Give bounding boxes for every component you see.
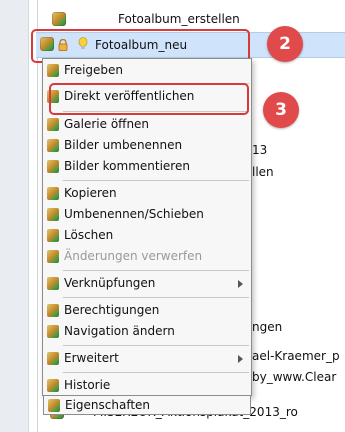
delete-icon (47, 229, 59, 242)
menu-separator (63, 180, 249, 181)
tree-item-fragment: ngen (252, 320, 283, 334)
tree-item-fragment: llen (252, 165, 274, 179)
highlight-box-step3 (49, 83, 249, 115)
rename-images-icon (47, 139, 59, 152)
history-icon (47, 379, 59, 392)
menu-item-label: Löschen (64, 228, 114, 242)
navigation-icon (47, 325, 59, 338)
tree-item-fragment: 13 (252, 143, 268, 157)
menu-item-label: Galerie öffnen (64, 117, 150, 131)
menu-item-label: Erweitert (64, 351, 119, 365)
menu-item-freigeben[interactable]: Freigeben (43, 61, 251, 81)
advanced-icon (47, 352, 59, 365)
menu-item-umbenennen-schieben[interactable]: Umbenennen/Schieben (43, 205, 251, 225)
menu-item-label: Bilder umbenennen (64, 138, 183, 152)
menu-item-label: Historie (64, 378, 111, 392)
freigeben-icon (47, 64, 59, 77)
chevron-right-icon (238, 355, 243, 363)
copy-icon (47, 187, 59, 200)
menu-item-bilder-umbenennen[interactable]: Bilder umbenennen (43, 136, 251, 156)
menu-item-kopieren[interactable]: Kopieren (43, 184, 251, 204)
tree-item-fotoalbum-erstellen[interactable]: Fotoalbum_erstellen (118, 12, 240, 26)
menu-item-erweitert[interactable]: Erweitert (43, 349, 251, 369)
step-badge-3: 3 (263, 92, 299, 128)
menu-item-label: Freigeben (64, 63, 124, 77)
gallery-icon (47, 118, 59, 131)
menu-item-bilder-kommentieren[interactable]: Bilder kommentieren (43, 157, 251, 177)
left-sidebar (0, 0, 29, 432)
menu-item-navigation-aendern[interactable]: Navigation ändern (43, 322, 251, 342)
step-badge-2: 2 (267, 26, 303, 62)
comment-images-icon (47, 160, 59, 173)
menu-separator (63, 270, 249, 271)
chevron-right-icon (238, 280, 243, 288)
menu-separator (63, 297, 249, 298)
menu-item-label: Berechtigungen (64, 303, 160, 317)
menu-item-label: Bilder kommentieren (64, 159, 190, 173)
permissions-icon (47, 304, 59, 317)
menu-item-berechtigungen[interactable]: Berechtigungen (43, 301, 251, 321)
menu-item-label: Kopieren (64, 186, 117, 200)
menu-item-label: Änderungen verwerfen (64, 249, 203, 263)
tree-item-fragment: by_www.Clear (252, 370, 337, 384)
move-icon (47, 208, 59, 221)
menu-item-verknuepfungen[interactable]: Verknüpfungen (43, 274, 251, 294)
menu-item-loeschen[interactable]: Löschen (43, 226, 251, 246)
menu-item-eigenschaften[interactable]: Eigenschaften (43, 396, 251, 415)
discard-icon (47, 250, 59, 263)
menu-item-label: Eigenschaften (65, 398, 151, 412)
tree-connector (37, 0, 38, 432)
menu-item-label: Verknüpfungen (64, 276, 156, 290)
properties-icon (48, 399, 60, 412)
links-icon (47, 277, 59, 290)
menu-item-galerie-oeffnen[interactable]: Galerie öffnen (43, 115, 251, 135)
menu-item-label: Navigation ändern (64, 324, 175, 338)
menu-separator (63, 345, 249, 346)
tree-item-fragment: ael-Kraemer_p (252, 349, 340, 363)
menu-separator (63, 372, 249, 373)
menu-item-aenderungen-verwerfen: Änderungen verwerfen (43, 247, 251, 267)
menu-item-label: Umbenennen/Schieben (64, 207, 204, 221)
menu-item-historie[interactable]: Historie (43, 376, 251, 396)
folder-icon (52, 12, 66, 26)
